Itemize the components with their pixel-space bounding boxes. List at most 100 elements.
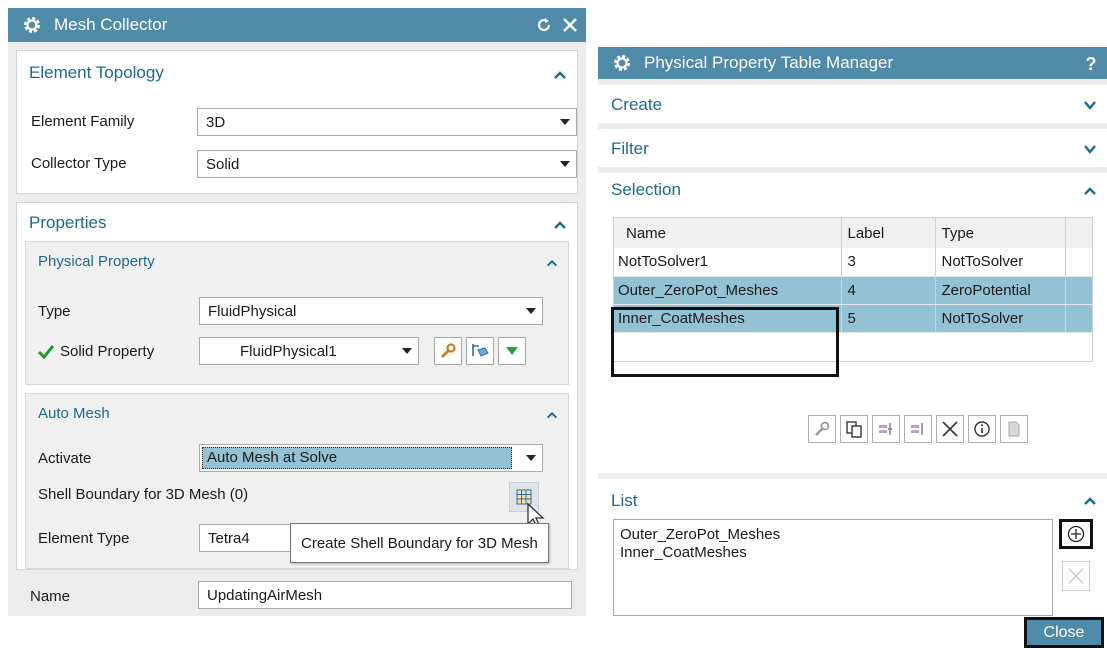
element-family-label: Element Family (31, 113, 135, 130)
column-header-name[interactable]: Name (614, 218, 842, 248)
property-list[interactable]: Outer_ZeroPot_Meshes Inner_CoatMeshes (613, 519, 1053, 616)
chevron-up-icon[interactable] (546, 258, 558, 268)
selection-toolbar (808, 415, 1028, 443)
column-header-spacer (1065, 218, 1092, 248)
table-row[interactable]: Outer_ZeroPot_Meshes 4 ZeroPotential (614, 276, 1092, 305)
element-type-value: Tetra4 (208, 529, 250, 547)
more-options-icon[interactable] (498, 337, 526, 365)
column-header-type[interactable]: Type (935, 218, 1066, 248)
chevron-down-icon (402, 348, 412, 354)
row-name: Outer_ZeroPot_Meshes (614, 276, 842, 305)
type-label: Type (38, 303, 71, 320)
properties-title[interactable]: Properties (29, 213, 106, 233)
chevron-up-icon[interactable] (1083, 186, 1097, 196)
element-topology-group: Element Topology Element Family 3D Colle… (16, 50, 578, 194)
solid-property-label: Solid Property (60, 343, 155, 360)
filter-section[interactable]: Filter (598, 129, 1107, 167)
column-right-icon[interactable] (904, 415, 932, 443)
physical-property-table-manager-dialog: Physical Property Table Manager ? Create… (598, 47, 1107, 648)
row-label: 3 (841, 248, 936, 277)
collector-type-label: Collector Type (31, 155, 127, 172)
close-icon[interactable] (560, 15, 580, 35)
selection-title[interactable]: Selection (611, 180, 681, 200)
row-type: NotToSolver (935, 304, 1066, 333)
activate-label: Activate (38, 450, 92, 467)
chevron-down-icon (526, 308, 536, 314)
name-value: UpdatingAirMesh (207, 586, 323, 604)
remove-x-icon (1068, 568, 1084, 584)
chevron-up-icon[interactable] (553, 70, 567, 80)
physical-property-group: Physical Property Type FluidPhysical Sol… (25, 241, 569, 385)
element-topology-title[interactable]: Element Topology (29, 63, 164, 83)
row-spacer (1065, 248, 1092, 277)
name-input[interactable]: UpdatingAirMesh (198, 581, 572, 609)
name-label: Name (30, 588, 71, 605)
type-select[interactable]: FluidPhysical (199, 297, 543, 325)
list-title[interactable]: List (611, 491, 637, 511)
select-property-icon[interactable] (466, 337, 494, 365)
gear-icon (24, 17, 40, 33)
chevron-down-icon (560, 161, 570, 167)
copy-icon[interactable] (840, 415, 868, 443)
delete-x-icon[interactable] (936, 415, 964, 443)
close-button[interactable]: Close (1024, 617, 1104, 648)
selection-section: Selection Name Label Type NotToSolver1 3… (598, 173, 1107, 473)
list-section: List Outer_ZeroPot_Meshes Inner_CoatMesh… (598, 479, 1107, 616)
collector-type-value: Solid (206, 155, 240, 173)
chevron-down-icon (1084, 145, 1096, 154)
row-type: NotToSolver (935, 248, 1066, 277)
row-name: NotToSolver1 (614, 248, 842, 277)
plus-circle-icon (1067, 525, 1085, 543)
gear-icon (614, 55, 630, 71)
report-icon[interactable] (1000, 415, 1028, 443)
filter-title: Filter (611, 139, 649, 158)
window-title: Mesh Collector (54, 15, 168, 34)
mesh-collector-titlebar: Mesh Collector (8, 8, 586, 42)
chevron-down-icon (526, 455, 536, 461)
column-left-icon[interactable] (872, 415, 900, 443)
row-label: 5 (841, 304, 936, 333)
reset-icon[interactable] (534, 15, 554, 35)
list-item[interactable]: Outer_ZeroPot_Meshes (620, 526, 1046, 544)
row-label: 4 (841, 276, 936, 305)
physical-property-title[interactable]: Physical Property (38, 253, 155, 270)
row-type: ZeroPotential (935, 276, 1066, 305)
add-to-list-button[interactable] (1059, 519, 1093, 549)
info-icon[interactable] (968, 415, 996, 443)
element-family-value: 3D (206, 113, 226, 131)
mesh-collector-dialog: Mesh Collector Element Topology Element … (8, 8, 586, 616)
checkmark-icon (38, 345, 54, 359)
properties-group: Properties Physical Property Type FluidP… (16, 202, 578, 570)
edit-property-wrench-icon[interactable] (434, 337, 462, 365)
activate-value: Auto Mesh at Solve (202, 447, 512, 469)
chevron-down-icon (560, 119, 570, 125)
create-title: Create (611, 95, 663, 114)
solid-property-value: FluidPhysical1 (240, 342, 337, 360)
remove-from-list-button[interactable] (1062, 561, 1090, 591)
row-spacer (1065, 276, 1092, 305)
chevron-up-icon[interactable] (1083, 496, 1097, 506)
auto-mesh-title[interactable]: Auto Mesh (38, 405, 110, 422)
window-title: Physical Property Table Manager (644, 53, 894, 72)
help-icon[interactable]: ? (1081, 54, 1101, 74)
solid-property-select[interactable]: FluidPhysical1 (199, 337, 419, 365)
table-row[interactable]: NotToSolver1 3 NotToSolver (614, 248, 1092, 277)
highlight-frame (611, 307, 839, 377)
collector-type-select[interactable]: Solid (197, 150, 577, 178)
property-manager-titlebar: Physical Property Table Manager ? (598, 47, 1107, 79)
row-spacer (1065, 304, 1092, 333)
property-manager-body: Create Filter Selection Name Label Type (598, 79, 1107, 648)
chevron-up-icon[interactable] (546, 410, 558, 420)
element-type-label: Element Type (38, 530, 130, 547)
tooltip: Create Shell Boundary for 3D Mesh (290, 523, 549, 563)
chevron-up-icon[interactable] (553, 220, 567, 230)
element-family-select[interactable]: 3D (197, 108, 577, 136)
activate-select[interactable]: Auto Mesh at Solve (199, 444, 543, 472)
shell-boundary-label: Shell Boundary for 3D Mesh (0) (38, 486, 249, 503)
chevron-down-icon (1084, 101, 1096, 110)
edit-wrench-icon[interactable] (808, 415, 836, 443)
list-item[interactable]: Inner_CoatMeshes (620, 544, 1046, 562)
column-header-label[interactable]: Label (841, 218, 936, 248)
create-section[interactable]: Create (598, 85, 1107, 123)
type-value: FluidPhysical (208, 302, 297, 320)
